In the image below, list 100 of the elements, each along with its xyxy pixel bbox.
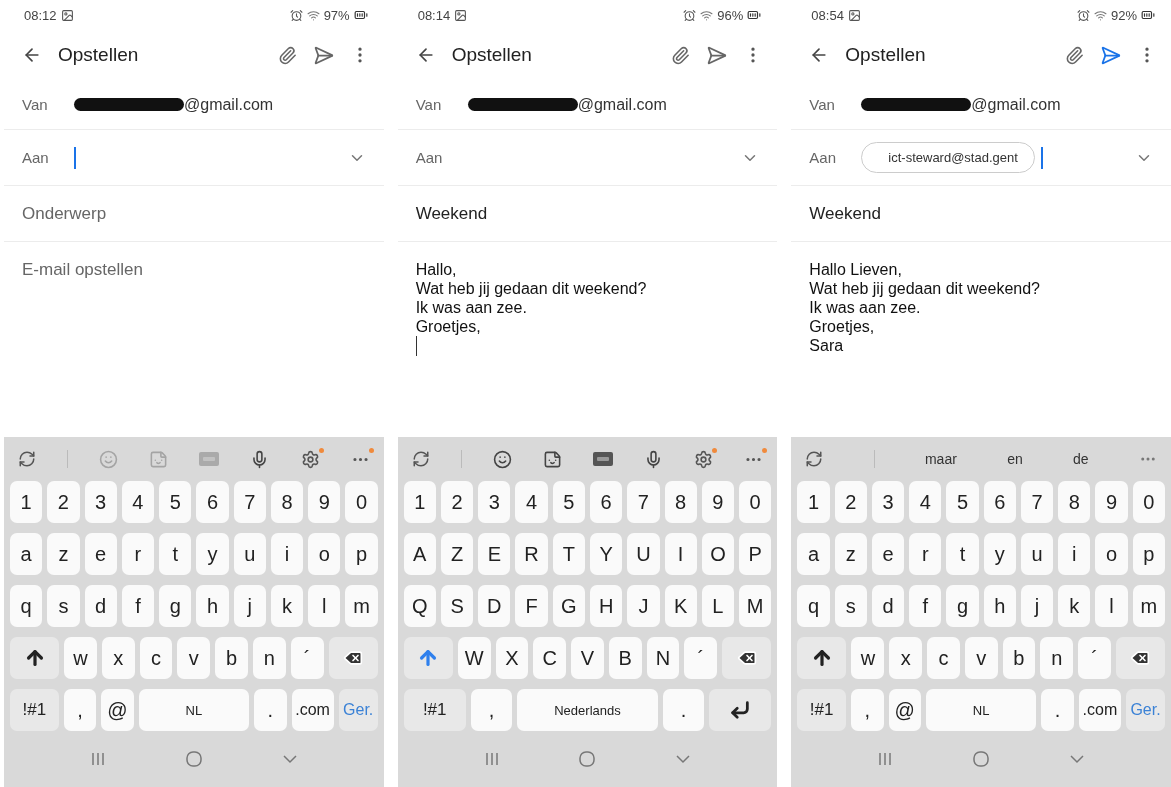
keyboard-key[interactable]: . (662, 689, 705, 731)
shift-key[interactable] (10, 637, 60, 679)
keyboard-key[interactable]: v (177, 637, 211, 679)
cycle-icon[interactable] (18, 450, 36, 468)
keyboard-key[interactable]: J (627, 585, 660, 627)
keyboard-key[interactable]: 1 (10, 481, 43, 523)
keyboard-key[interactable]: X (495, 637, 529, 679)
keyboard-key[interactable]: T (552, 533, 585, 575)
keyboard-key[interactable]: 5 (946, 481, 979, 523)
keyboard-key[interactable]: 5 (552, 481, 585, 523)
keyboard-key[interactable]: E (478, 533, 511, 575)
paperclip-icon[interactable] (277, 45, 297, 65)
keyboard-key[interactable]: u (1020, 533, 1054, 575)
cycle-icon[interactable] (805, 450, 824, 468)
keyboard-key[interactable]: r (121, 533, 155, 575)
keyboard-key[interactable]: 0 (345, 481, 378, 523)
keyboard-key[interactable]: D (478, 585, 511, 627)
keyboard-key[interactable]: S (440, 585, 474, 627)
settings-icon[interactable] (694, 449, 714, 469)
keyboard-key[interactable]: 4 (515, 481, 548, 523)
keyboard-key[interactable]: l (1095, 585, 1128, 627)
keyboard-key[interactable]: I (664, 533, 697, 575)
keyboard-key[interactable]: @ (101, 689, 134, 731)
emoji-icon[interactable] (492, 449, 512, 469)
keyboard-key[interactable]: n (253, 637, 286, 679)
home-icon[interactable] (184, 750, 203, 768)
keyboard-key[interactable]: x (101, 637, 135, 679)
keyboard-key[interactable]: p (1132, 533, 1165, 575)
keyboard-key[interactable]: 6 (983, 481, 1016, 523)
enter-key[interactable] (709, 689, 772, 731)
keyboard-key[interactable]: 8 (664, 481, 697, 523)
keyboard-key[interactable]: P (739, 533, 772, 575)
keyboard-key[interactable]: j (1020, 585, 1054, 627)
home-icon[interactable] (972, 750, 991, 768)
keyboard-key[interactable]: b (1002, 637, 1036, 679)
keyboard-key[interactable]: ´ (684, 637, 718, 679)
backspace-key[interactable] (722, 637, 772, 679)
keyboard-key[interactable]: 8 (270, 481, 304, 523)
keyboard-key[interactable]: w (64, 637, 97, 679)
keyboard-key[interactable]: w (851, 637, 885, 679)
keyboard-key[interactable]: @ (888, 689, 921, 731)
keyboard-key[interactable]: K (664, 585, 697, 627)
cycle-icon[interactable] (411, 450, 430, 468)
keyboard-key[interactable]: d (871, 585, 905, 627)
keyboard-key[interactable]: 0 (1132, 481, 1165, 523)
keyboard-key[interactable]: t (159, 533, 192, 575)
keyboard-key[interactable]: z (834, 533, 867, 575)
keyboard-key[interactable]: M (739, 585, 772, 627)
keyboard-key[interactable]: p (345, 533, 378, 575)
keyboard-key[interactable]: o (308, 533, 341, 575)
keyboard-key[interactable]: ´ (290, 637, 324, 679)
keyboard-key[interactable]: 2 (47, 481, 80, 523)
keyboard-key[interactable]: o (1095, 533, 1128, 575)
keyboard-key[interactable]: L (701, 585, 735, 627)
keyboard-key[interactable]: i (1058, 533, 1091, 575)
keyboard-key[interactable]: . (1041, 689, 1074, 731)
keyboard-key[interactable]: 4 (121, 481, 155, 523)
keyboard-key[interactable]: n (1040, 637, 1074, 679)
keyboard-key[interactable]: a (10, 533, 43, 575)
keyboard-key[interactable]: i (270, 533, 304, 575)
symbols-key[interactable]: !#1 (403, 689, 466, 731)
symbols-key[interactable]: !#1 (10, 689, 59, 731)
keyboard-key[interactable]: f (909, 585, 942, 627)
paperclip-icon[interactable] (671, 45, 691, 65)
keyboard-key[interactable]: 3 (84, 481, 117, 523)
body-field[interactable]: E-mail opstellen (22, 260, 366, 280)
keyboard-key[interactable]: s (47, 585, 80, 627)
keyboard-key[interactable]: m (345, 585, 378, 627)
keyboard-key[interactable]: 6 (590, 481, 623, 523)
keyboard-key[interactable]: s (834, 585, 867, 627)
keyboard-key[interactable]: k (1058, 585, 1091, 627)
keyboard-key[interactable]: v (964, 637, 998, 679)
keyboard-key[interactable]: H (590, 585, 623, 627)
keyboard-key[interactable]: x (889, 637, 922, 679)
backspace-key[interactable] (1115, 637, 1165, 679)
home-icon[interactable] (578, 750, 597, 768)
keyboard-key[interactable]: R (515, 533, 548, 575)
keyboard-key[interactable]: l (308, 585, 341, 627)
keyboard-key[interactable]: , (470, 689, 513, 731)
keyboard-key[interactable]: 9 (701, 481, 735, 523)
send-icon[interactable] (1100, 44, 1121, 66)
keyboard-key[interactable]: U (627, 533, 660, 575)
keyboard-key[interactable]: m (1132, 585, 1165, 627)
keyboard-key[interactable]: b (215, 637, 248, 679)
keyboard-key[interactable]: 6 (196, 481, 229, 523)
keyboard-key[interactable]: 8 (1058, 481, 1091, 523)
keyboard-key[interactable]: f (121, 585, 155, 627)
keyboard-key[interactable]: 7 (1020, 481, 1054, 523)
subject-field[interactable]: Onderwerp (22, 203, 107, 224)
keyboard-key[interactable]: c (139, 637, 173, 679)
keyboard-key[interactable]: e (871, 533, 905, 575)
keyboard-key[interactable]: a (797, 533, 830, 575)
keyboard-key[interactable]: ´ (1078, 637, 1111, 679)
keyboard-key[interactable]: g (159, 585, 192, 627)
keyboard-key[interactable]: 7 (233, 481, 266, 523)
keyboard-key[interactable]: Z (440, 533, 474, 575)
keyboard-key[interactable]: V (571, 637, 604, 679)
word-suggestion[interactable]: de (1073, 451, 1089, 467)
symbols-key[interactable]: !#1 (797, 689, 847, 731)
keyboard-key[interactable]: g (946, 585, 979, 627)
